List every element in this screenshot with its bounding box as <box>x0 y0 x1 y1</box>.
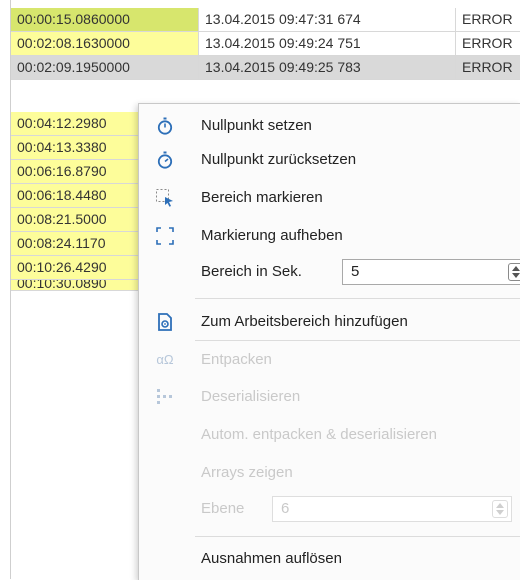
level-value: 6 <box>281 500 290 517</box>
menu-item-deserialize[interactable]: Deserialisieren <box>139 379 520 415</box>
context-menu: Nullpunkt setzen Nullpunkt zurücksetzen … <box>138 103 520 580</box>
menu-item-label: Bereich markieren <box>201 189 323 206</box>
timestamp-cell: 13.04.2015 09:49:24 751 <box>198 32 455 55</box>
menu-item-auto-unpack[interactable]: Autom. entpacken & deserialisieren <box>139 417 520 453</box>
menu-separator <box>195 536 520 537</box>
range-seconds-value: 5 <box>351 263 360 280</box>
time-cell: 00:02:09.1950000 <box>11 56 198 79</box>
menu-item-label: Markierung aufheben <box>201 227 343 244</box>
range-seconds-label: Bereich in Sek. <box>201 263 302 280</box>
range-seconds-row: Bereich in Sek. 5 <box>139 254 520 290</box>
menu-item-resolve-exceptions[interactable]: Ausnahmen auflösen <box>139 541 520 577</box>
menu-item-label: Nullpunkt zurücksetzen <box>201 151 357 168</box>
menu-item-unpack[interactable]: αΩ Entpacken <box>139 342 520 378</box>
menu-item-label: Entpacken <box>201 351 272 368</box>
stopwatch-icon <box>155 116 175 136</box>
level-cell: ERROR <box>455 56 520 79</box>
menu-item-label: Arrays zeigen <box>201 464 293 481</box>
time-cell: 00:02:08.1630000 <box>11 32 198 55</box>
table-row[interactable]: 00:00:15.0860000 13.04.2015 09:47:31 674… <box>11 8 520 32</box>
spinner-arrows-icon[interactable] <box>508 263 520 281</box>
spinner-arrows-icon[interactable] <box>492 500 508 518</box>
timestamp-cell: 13.04.2015 09:49:25 783 <box>198 56 455 79</box>
unpack-icon: αΩ <box>156 352 174 367</box>
level-cell: ERROR <box>455 8 520 31</box>
menu-item-label: Deserialisieren <box>201 388 301 405</box>
level-spinner[interactable]: 6 <box>272 496 512 522</box>
level-row: Ebene 6 <box>139 491 520 527</box>
menu-item-label: Zum Arbeitsbereich hinzufügen <box>201 313 408 330</box>
menu-separator <box>195 340 520 341</box>
menu-item-label: Ausnahmen auflösen <box>201 550 342 567</box>
table-row[interactable]: 00:02:09.1950000 13.04.2015 09:49:25 783… <box>11 56 520 80</box>
menu-item-add-workspace[interactable]: Zum Arbeitsbereich hinzufügen <box>139 304 520 340</box>
time-cell: 00:00:15.0860000 <box>11 8 198 31</box>
stopwatch-reset-icon <box>155 150 175 170</box>
deserialize-icon <box>155 387 175 407</box>
table-row[interactable]: 00:02:08.1630000 13.04.2015 09:49:24 751… <box>11 32 520 56</box>
level-label: Ebene <box>201 500 245 517</box>
level-cell: ERROR <box>455 32 520 55</box>
menu-separator <box>195 298 520 299</box>
timestamp-cell: 13.04.2015 09:47:31 674 <box>198 8 455 31</box>
menu-item-label: Autom. entpacken & deserialisieren <box>201 426 437 443</box>
unselect-icon <box>155 226 175 246</box>
select-range-icon <box>155 188 175 208</box>
menu-item-label: Nullpunkt setzen <box>201 117 312 134</box>
add-workspace-icon <box>155 312 175 332</box>
range-seconds-spinner[interactable]: 5 <box>342 259 520 285</box>
menu-item-mark-range[interactable]: Bereich markieren <box>139 180 520 216</box>
menu-item-set-zero[interactable]: Nullpunkt setzen <box>139 108 520 144</box>
menu-item-unmark[interactable]: Markierung aufheben <box>139 218 520 254</box>
menu-item-show-arrays[interactable]: Arrays zeigen <box>139 455 520 491</box>
menu-item-reset-zero[interactable]: Nullpunkt zurücksetzen <box>139 142 520 178</box>
